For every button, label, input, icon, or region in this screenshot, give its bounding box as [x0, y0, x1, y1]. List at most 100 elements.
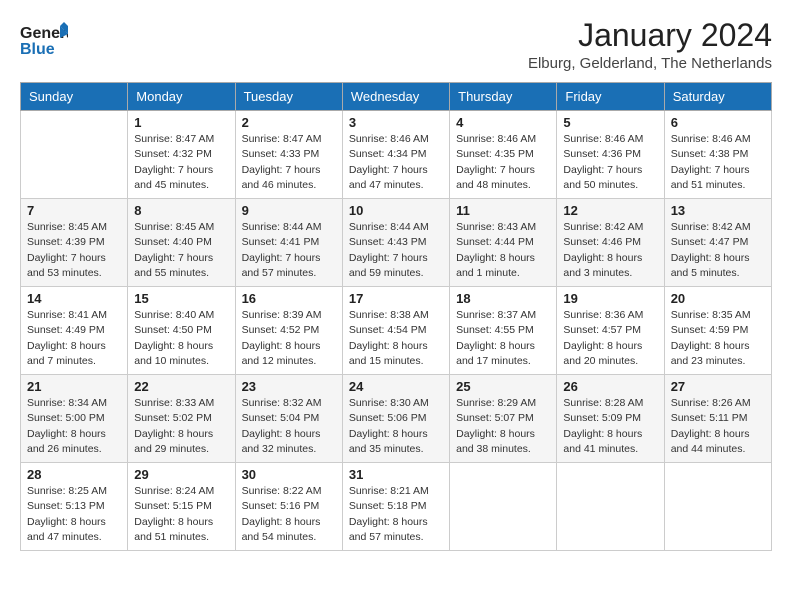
table-cell: 4 Sunrise: 8:46 AM Sunset: 4:35 PM Daylig…	[450, 111, 557, 199]
day-number: 27	[671, 379, 765, 394]
day-number: 29	[134, 467, 228, 482]
table-cell: 7 Sunrise: 8:45 AM Sunset: 4:39 PM Daylig…	[21, 199, 128, 287]
day-number: 3	[349, 115, 443, 130]
day-info: Sunrise: 8:44 AM Sunset: 4:41 PM Dayligh…	[242, 220, 336, 281]
header: General Blue January 2024 Elburg, Gelder…	[20, 18, 772, 72]
day-number: 21	[27, 379, 121, 394]
day-number: 20	[671, 291, 765, 306]
day-info: Sunrise: 8:46 AM Sunset: 4:34 PM Dayligh…	[349, 132, 443, 193]
table-cell: 17Sunrise: 8:38 AM Sunset: 4:54 PM Dayli…	[342, 287, 449, 375]
day-info: Sunrise: 8:25 AM Sunset: 5:13 PM Dayligh…	[27, 484, 121, 545]
col-monday: Monday	[128, 83, 235, 111]
day-number: 11	[456, 203, 550, 218]
table-cell: 26 Sunrise: 8:28 AM Sunset: 5:09 PM Dayli…	[557, 375, 664, 463]
table-cell: 30Sunrise: 8:22 AM Sunset: 5:16 PM Dayli…	[235, 463, 342, 551]
day-number: 28	[27, 467, 121, 482]
week-row-2: 7 Sunrise: 8:45 AM Sunset: 4:39 PM Daylig…	[21, 199, 772, 287]
day-info: Sunrise: 8:35 AM Sunset: 4:59 PM Dayligh…	[671, 308, 765, 369]
day-number: 23	[242, 379, 336, 394]
day-number: 12	[563, 203, 657, 218]
logo-icon: General Blue	[20, 18, 68, 62]
col-wednesday: Wednesday	[342, 83, 449, 111]
table-cell: 24Sunrise: 8:30 AM Sunset: 5:06 PM Dayli…	[342, 375, 449, 463]
day-number: 22	[134, 379, 228, 394]
table-cell: 19Sunrise: 8:36 AM Sunset: 4:57 PM Dayli…	[557, 287, 664, 375]
title-block: January 2024 Elburg, Gelderland, The Net…	[528, 18, 772, 72]
day-info: Sunrise: 8:39 AM Sunset: 4:52 PM Dayligh…	[242, 308, 336, 369]
table-cell: 16Sunrise: 8:39 AM Sunset: 4:52 PM Dayli…	[235, 287, 342, 375]
table-cell: 21 Sunrise: 8:34 AM Sunset: 5:00 PM Dayli…	[21, 375, 128, 463]
day-number: 25	[456, 379, 550, 394]
day-info: Sunrise: 8:26 AM Sunset: 5:11 PM Dayligh…	[671, 396, 765, 457]
day-info: Sunrise: 8:37 AM Sunset: 4:55 PM Dayligh…	[456, 308, 550, 369]
day-info: Sunrise: 8:44 AM Sunset: 4:43 PM Dayligh…	[349, 220, 443, 281]
table-cell: 8 Sunrise: 8:45 AM Sunset: 4:40 PM Daylig…	[128, 199, 235, 287]
day-info: Sunrise: 8:30 AM Sunset: 5:06 PM Dayligh…	[349, 396, 443, 457]
table-cell: 23Sunrise: 8:32 AM Sunset: 5:04 PM Dayli…	[235, 375, 342, 463]
day-info: Sunrise: 8:33 AM Sunset: 5:02 PM Dayligh…	[134, 396, 228, 457]
day-info: Sunrise: 8:24 AM Sunset: 5:15 PM Dayligh…	[134, 484, 228, 545]
day-info: Sunrise: 8:47 AM Sunset: 4:33 PM Dayligh…	[242, 132, 336, 193]
day-info: Sunrise: 8:29 AM Sunset: 5:07 PM Dayligh…	[456, 396, 550, 457]
table-cell: 27 Sunrise: 8:26 AM Sunset: 5:11 PM Dayli…	[664, 375, 771, 463]
week-row-1: 1 Sunrise: 8:47 AM Sunset: 4:32 PM Daylig…	[21, 111, 772, 199]
table-cell: 15Sunrise: 8:40 AM Sunset: 4:50 PM Dayli…	[128, 287, 235, 375]
col-friday: Friday	[557, 83, 664, 111]
day-info: Sunrise: 8:47 AM Sunset: 4:32 PM Dayligh…	[134, 132, 228, 193]
day-info: Sunrise: 8:41 AM Sunset: 4:49 PM Dayligh…	[27, 308, 121, 369]
day-number: 26	[563, 379, 657, 394]
day-info: Sunrise: 8:38 AM Sunset: 4:54 PM Dayligh…	[349, 308, 443, 369]
table-cell	[21, 111, 128, 199]
table-cell: 22 Sunrise: 8:33 AM Sunset: 5:02 PM Dayli…	[128, 375, 235, 463]
table-cell: 20 Sunrise: 8:35 AM Sunset: 4:59 PM Dayli…	[664, 287, 771, 375]
day-number: 4	[456, 115, 550, 130]
table-cell: 1 Sunrise: 8:47 AM Sunset: 4:32 PM Daylig…	[128, 111, 235, 199]
page: General Blue January 2024 Elburg, Gelder…	[0, 0, 792, 561]
svg-text:Blue: Blue	[20, 41, 55, 58]
day-info: Sunrise: 8:28 AM Sunset: 5:09 PM Dayligh…	[563, 396, 657, 457]
week-row-5: 28 Sunrise: 8:25 AM Sunset: 5:13 PM Dayli…	[21, 463, 772, 551]
day-number: 2	[242, 115, 336, 130]
col-thursday: Thursday	[450, 83, 557, 111]
subtitle: Elburg, Gelderland, The Netherlands	[528, 55, 772, 72]
table-cell: 3 Sunrise: 8:46 AM Sunset: 4:34 PM Daylig…	[342, 111, 449, 199]
table-cell: 9 Sunrise: 8:44 AM Sunset: 4:41 PM Daylig…	[235, 199, 342, 287]
day-info: Sunrise: 8:46 AM Sunset: 4:35 PM Dayligh…	[456, 132, 550, 193]
day-number: 31	[349, 467, 443, 482]
day-number: 8	[134, 203, 228, 218]
day-info: Sunrise: 8:43 AM Sunset: 4:44 PM Dayligh…	[456, 220, 550, 281]
col-saturday: Saturday	[664, 83, 771, 111]
table-cell: 2 Sunrise: 8:47 AM Sunset: 4:33 PM Daylig…	[235, 111, 342, 199]
table-cell: 14 Sunrise: 8:41 AM Sunset: 4:49 PM Dayli…	[21, 287, 128, 375]
table-cell: 6Sunrise: 8:46 AM Sunset: 4:38 PM Daylig…	[664, 111, 771, 199]
table-cell: 28 Sunrise: 8:25 AM Sunset: 5:13 PM Dayli…	[21, 463, 128, 551]
day-info: Sunrise: 8:21 AM Sunset: 5:18 PM Dayligh…	[349, 484, 443, 545]
header-row: Sunday Monday Tuesday Wednesday Thursday…	[21, 83, 772, 111]
table-cell: 12 Sunrise: 8:42 AM Sunset: 4:46 PM Dayli…	[557, 199, 664, 287]
day-number: 7	[27, 203, 121, 218]
day-number: 10	[349, 203, 443, 218]
day-number: 14	[27, 291, 121, 306]
table-cell: 18Sunrise: 8:37 AM Sunset: 4:55 PM Dayli…	[450, 287, 557, 375]
day-info: Sunrise: 8:22 AM Sunset: 5:16 PM Dayligh…	[242, 484, 336, 545]
day-info: Sunrise: 8:45 AM Sunset: 4:39 PM Dayligh…	[27, 220, 121, 281]
day-number: 6	[671, 115, 765, 130]
col-sunday: Sunday	[21, 83, 128, 111]
day-number: 1	[134, 115, 228, 130]
day-info: Sunrise: 8:46 AM Sunset: 4:36 PM Dayligh…	[563, 132, 657, 193]
table-cell	[450, 463, 557, 551]
table-cell: 10 Sunrise: 8:44 AM Sunset: 4:43 PM Dayli…	[342, 199, 449, 287]
day-number: 9	[242, 203, 336, 218]
month-title: January 2024	[528, 18, 772, 53]
table-cell: 13Sunrise: 8:42 AM Sunset: 4:47 PM Dayli…	[664, 199, 771, 287]
day-number: 5	[563, 115, 657, 130]
day-info: Sunrise: 8:45 AM Sunset: 4:40 PM Dayligh…	[134, 220, 228, 281]
table-cell: 25 Sunrise: 8:29 AM Sunset: 5:07 PM Dayli…	[450, 375, 557, 463]
day-info: Sunrise: 8:34 AM Sunset: 5:00 PM Dayligh…	[27, 396, 121, 457]
table-cell: 31 Sunrise: 8:21 AM Sunset: 5:18 PM Dayli…	[342, 463, 449, 551]
col-tuesday: Tuesday	[235, 83, 342, 111]
day-info: Sunrise: 8:42 AM Sunset: 4:47 PM Dayligh…	[671, 220, 765, 281]
logo: General Blue	[20, 18, 68, 67]
table-cell	[557, 463, 664, 551]
day-info: Sunrise: 8:42 AM Sunset: 4:46 PM Dayligh…	[563, 220, 657, 281]
